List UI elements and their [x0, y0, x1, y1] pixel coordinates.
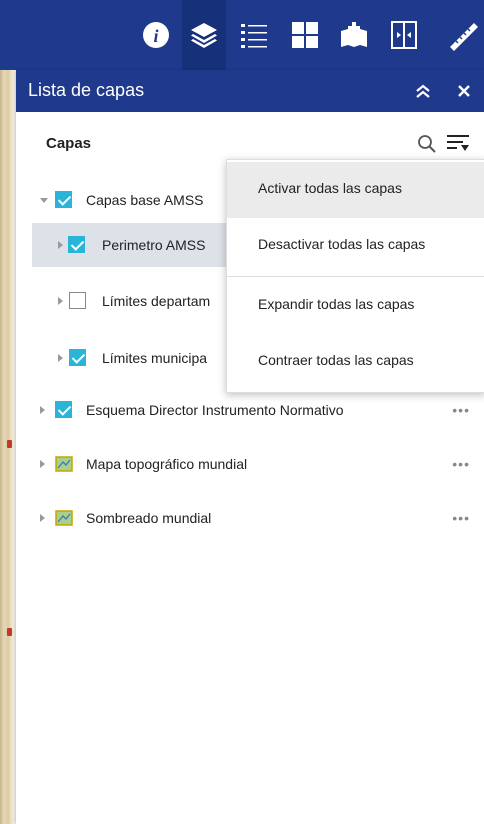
panel-title: Lista de capas: [28, 80, 145, 100]
expand-caret-icon[interactable]: [40, 406, 45, 414]
layer-label: Sombreado mundial: [86, 510, 212, 526]
svg-text:i: i: [153, 26, 158, 46]
menu-item-collapse-all[interactable]: Contraer todas las capas: [227, 334, 484, 390]
expand-caret-icon[interactable]: [58, 241, 63, 249]
double-chevron-up-icon: [416, 84, 430, 98]
expand-caret-icon[interactable]: [40, 460, 45, 468]
layer-label: Mapa topográfico mundial: [86, 456, 248, 472]
layer-label: Límites departam: [102, 293, 211, 309]
layer-checkbox[interactable]: [68, 236, 85, 253]
filter-list-icon: [447, 135, 469, 151]
close-icon: [458, 85, 470, 97]
list-icon: [241, 24, 267, 48]
layer-label: Esquema Director Instrumento Normativo: [86, 402, 344, 418]
collapse-caret-icon[interactable]: [40, 198, 48, 203]
layer-checkbox[interactable]: [69, 349, 86, 366]
layer-checkbox[interactable]: [55, 401, 72, 418]
layer-options-menu: Activar todas las capas Desactivar todas…: [226, 159, 484, 393]
layer-options-button[interactable]: [446, 132, 470, 159]
expand-caret-icon[interactable]: [40, 514, 45, 522]
search-button[interactable]: [417, 134, 437, 159]
more-options-button[interactable]: •••: [452, 510, 470, 526]
layer-list-button[interactable]: [182, 0, 226, 70]
basemap-layer-icon: [55, 456, 73, 472]
layer-label: Capas base AMSS: [86, 192, 204, 208]
legend-button[interactable]: [232, 11, 276, 59]
expand-caret-icon[interactable]: [58, 297, 63, 305]
layers-icon: [191, 23, 217, 48]
layer-row[interactable]: Mapa topográfico mundial •••: [16, 442, 484, 486]
layer-checkbox[interactable]: [69, 292, 86, 309]
ruler-icon: [450, 23, 478, 51]
swipe-button[interactable]: [382, 11, 426, 59]
panel-header: Lista de capas: [16, 70, 484, 112]
close-panel-button[interactable]: [454, 81, 474, 101]
basemap-layer-icon: [55, 510, 73, 526]
menu-item-activate-all[interactable]: Activar todas las capas: [227, 162, 484, 218]
measurement-button[interactable]: [440, 11, 484, 59]
map-feature: [7, 628, 12, 636]
more-options-button[interactable]: •••: [452, 402, 470, 418]
search-icon: [418, 135, 436, 153]
layer-checkbox[interactable]: [55, 191, 72, 208]
expand-caret-icon[interactable]: [58, 354, 63, 362]
info-icon: i: [143, 22, 169, 48]
add-data-icon: [341, 22, 367, 47]
basemap-gallery-button[interactable]: [283, 11, 327, 59]
layer-list-panel: Lista de capas Capas Capas base AMSS Per…: [16, 70, 484, 824]
menu-divider: [227, 276, 484, 277]
section-label: Capas: [46, 135, 92, 152]
menu-item-expand-all[interactable]: Expandir todas las capas: [227, 278, 484, 334]
more-options-button[interactable]: •••: [452, 456, 470, 472]
collapse-panel-button[interactable]: [413, 81, 433, 101]
widget-toolbar: i: [0, 0, 484, 70]
layer-label: Límites municipa: [102, 350, 208, 366]
menu-item-deactivate-all[interactable]: Desactivar todas las capas: [227, 218, 484, 274]
layer-row[interactable]: Esquema Director Instrumento Normativo •…: [16, 388, 484, 432]
add-data-button[interactable]: [332, 11, 376, 59]
layer-row[interactable]: Sombreado mundial •••: [16, 496, 484, 540]
swipe-icon: [391, 21, 417, 49]
map-feature: [7, 440, 12, 448]
grid-icon: [292, 22, 318, 48]
layer-label: Perimetro AMSS: [102, 237, 206, 253]
about-button[interactable]: i: [134, 11, 178, 59]
